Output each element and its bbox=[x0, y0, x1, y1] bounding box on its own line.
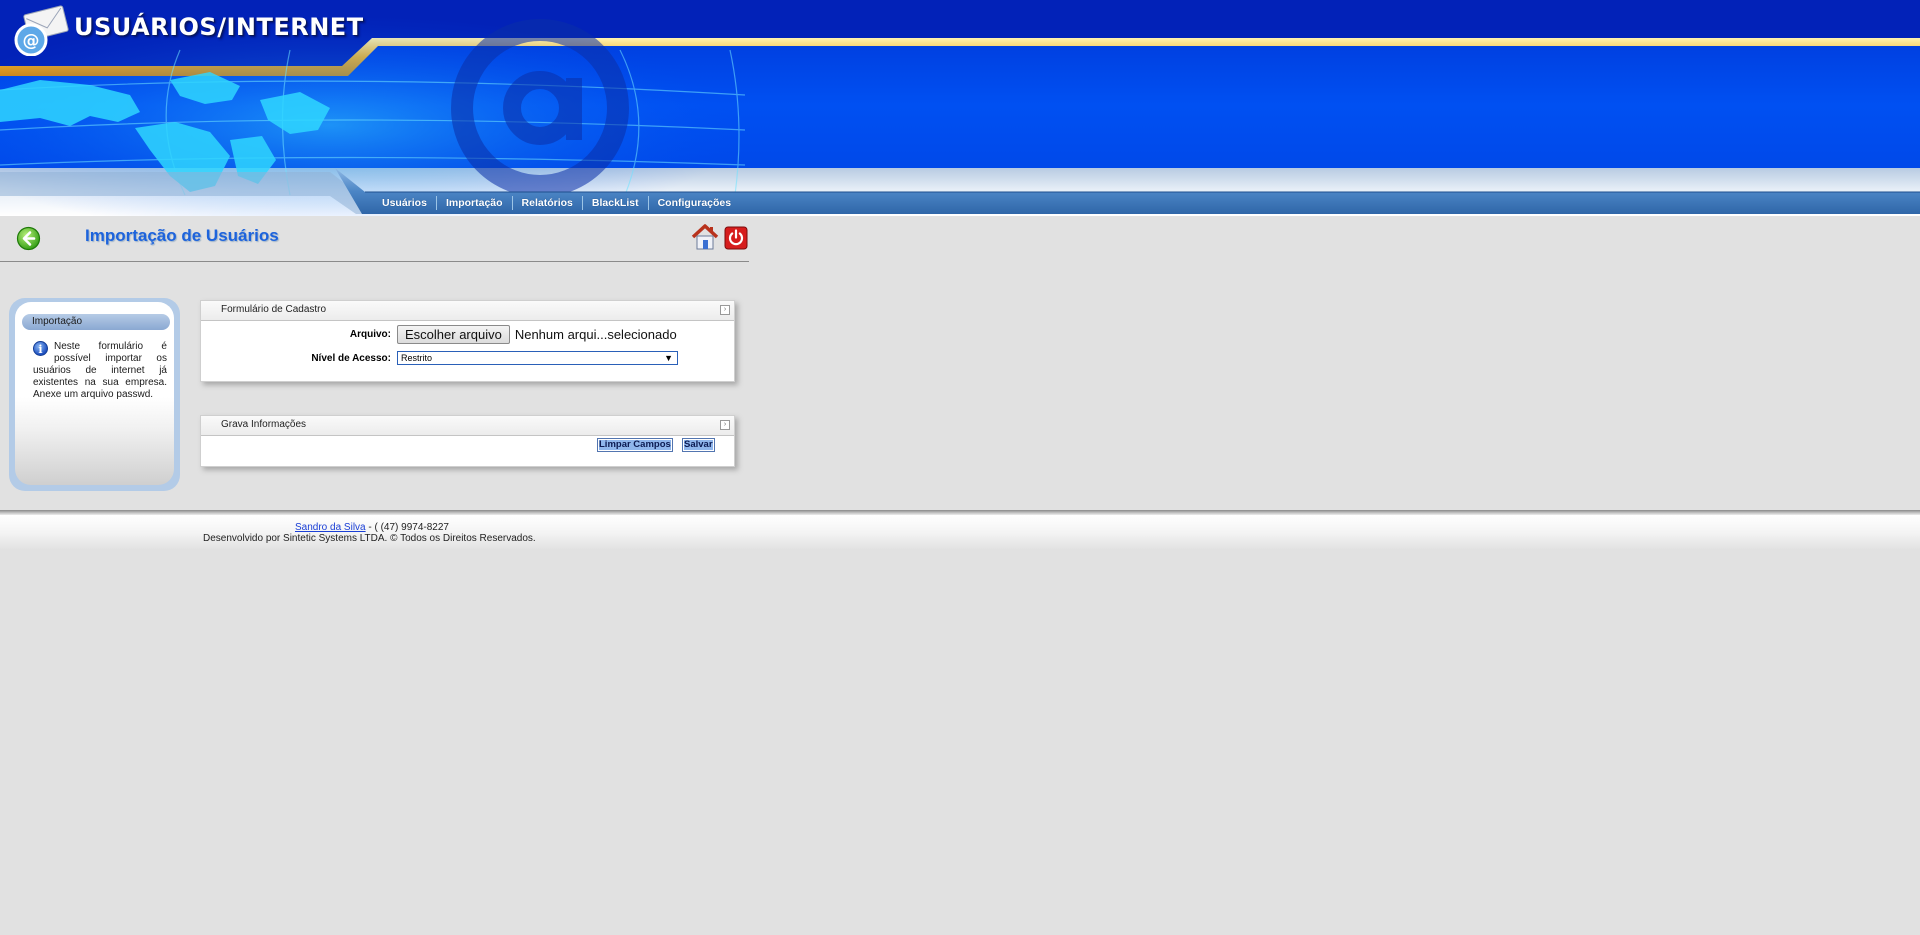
file-label: Arquivo: bbox=[349, 328, 391, 340]
access-level-select[interactable]: Restrito ▼ bbox=[397, 351, 678, 365]
dropdown-arrow-icon: ▼ bbox=[664, 353, 673, 363]
back-arrow-icon[interactable] bbox=[16, 226, 41, 251]
file-row: Arquivo: Escolher arquivo Nenhum arqui..… bbox=[201, 324, 677, 344]
info-icon: i bbox=[33, 341, 48, 356]
nav-item-importacao[interactable]: Importação bbox=[435, 196, 512, 210]
title-divider bbox=[0, 261, 749, 262]
info-box-text: Neste formulário é possível importar os … bbox=[33, 341, 167, 400]
collapse-icon[interactable]: › bbox=[720, 420, 730, 430]
svg-text:@: @ bbox=[23, 31, 40, 51]
file-status-text: Nenhum arqui...selecionado bbox=[514, 326, 677, 342]
grava-panel-title: Grava Informações bbox=[221, 419, 307, 430]
page-title: Importação de Usuários bbox=[85, 226, 279, 245]
choose-file-button[interactable]: Escolher arquivo bbox=[397, 324, 510, 344]
app-title: USUÁRIOS/INTERNET bbox=[74, 13, 364, 41]
info-box-title: Importação bbox=[22, 314, 170, 330]
envelope-at-logo-icon: @ bbox=[14, 5, 69, 56]
cadastro-panel-header: Formulário de Cadastro › bbox=[201, 301, 734, 321]
access-row: Nível de Acesso: Restrito ▼ bbox=[201, 348, 678, 368]
cadastro-form-panel: Formulário de Cadastro › Arquivo: Escolh… bbox=[200, 300, 735, 382]
access-level-label: Nível de Acesso: bbox=[311, 352, 391, 364]
nav-item-usuarios[interactable]: Usuários bbox=[372, 196, 436, 210]
info-box-body: i Neste formulário é possível importar os… bbox=[33, 341, 167, 401]
main-nav: Usuários Importação Relatórios BlackList… bbox=[372, 192, 740, 214]
clear-fields-button[interactable]: Limpar Campos bbox=[597, 438, 673, 452]
nav-item-relatorios[interactable]: Relatórios bbox=[511, 196, 582, 210]
collapse-icon[interactable]: › bbox=[720, 305, 730, 315]
author-link[interactable]: Sandro da Silva bbox=[295, 522, 366, 533]
cadastro-panel-title: Formulário de Cadastro bbox=[221, 304, 327, 315]
nav-item-blacklist[interactable]: BlackList bbox=[581, 196, 648, 210]
nav-item-configuracoes[interactable]: Configurações bbox=[647, 196, 741, 210]
header-banner: @ USUÁRIOS/INTERNET Usuários Importação … bbox=[0, 0, 1920, 216]
footer-credits: Desenvolvido por Sintetic Systems LTDA. … bbox=[203, 533, 536, 544]
footer: Sandro da Silva - ( (47) 9974-8227 Desen… bbox=[0, 515, 1920, 550]
grava-panel-header: Grava Informações › bbox=[201, 416, 734, 436]
power-off-icon[interactable] bbox=[724, 226, 748, 250]
footer-phone: - ( (47) 9974-8227 bbox=[365, 522, 449, 533]
footer-contact: Sandro da Silva - ( (47) 9974-8227 bbox=[295, 522, 449, 533]
save-info-panel: Grava Informações › Limpar Campos Salvar bbox=[200, 415, 735, 467]
access-level-value: Restrito bbox=[401, 353, 433, 363]
info-box: Importação i Neste formulário é possível … bbox=[9, 298, 180, 491]
home-icon[interactable] bbox=[690, 222, 720, 252]
save-button[interactable]: Salvar bbox=[682, 438, 715, 452]
